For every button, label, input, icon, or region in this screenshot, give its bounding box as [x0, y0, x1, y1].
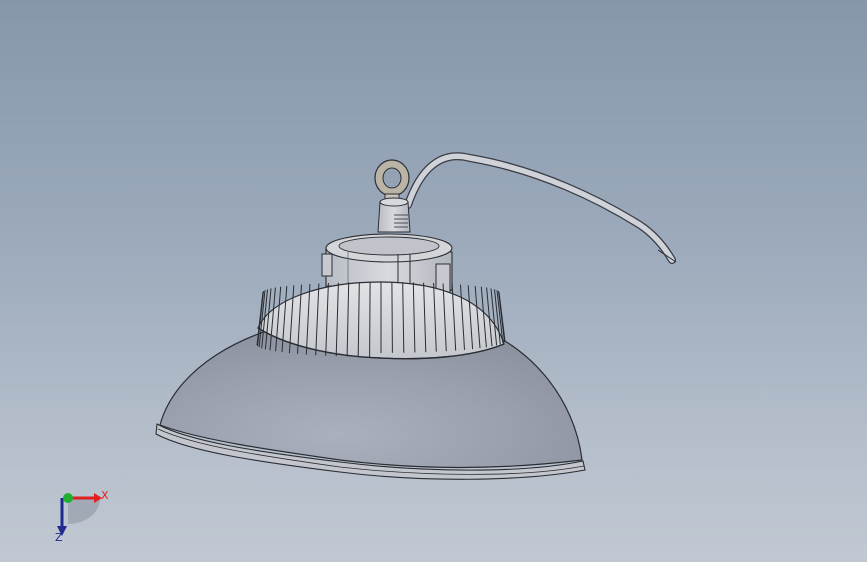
heat-sink-fin	[369, 281, 371, 357]
z-axis-label: Z	[55, 531, 63, 544]
heat-sink-fin	[391, 281, 393, 353]
graphics-viewport[interactable]: X Z	[0, 0, 867, 562]
lifting-eye-ring[interactable]	[374, 159, 410, 205]
y-axis-dot	[63, 493, 73, 503]
x-axis-label: X	[101, 489, 109, 502]
orientation-triad: X Z	[48, 484, 120, 548]
lamp-model-view[interactable]	[0, 0, 867, 562]
neck-connector[interactable]	[377, 197, 411, 233]
